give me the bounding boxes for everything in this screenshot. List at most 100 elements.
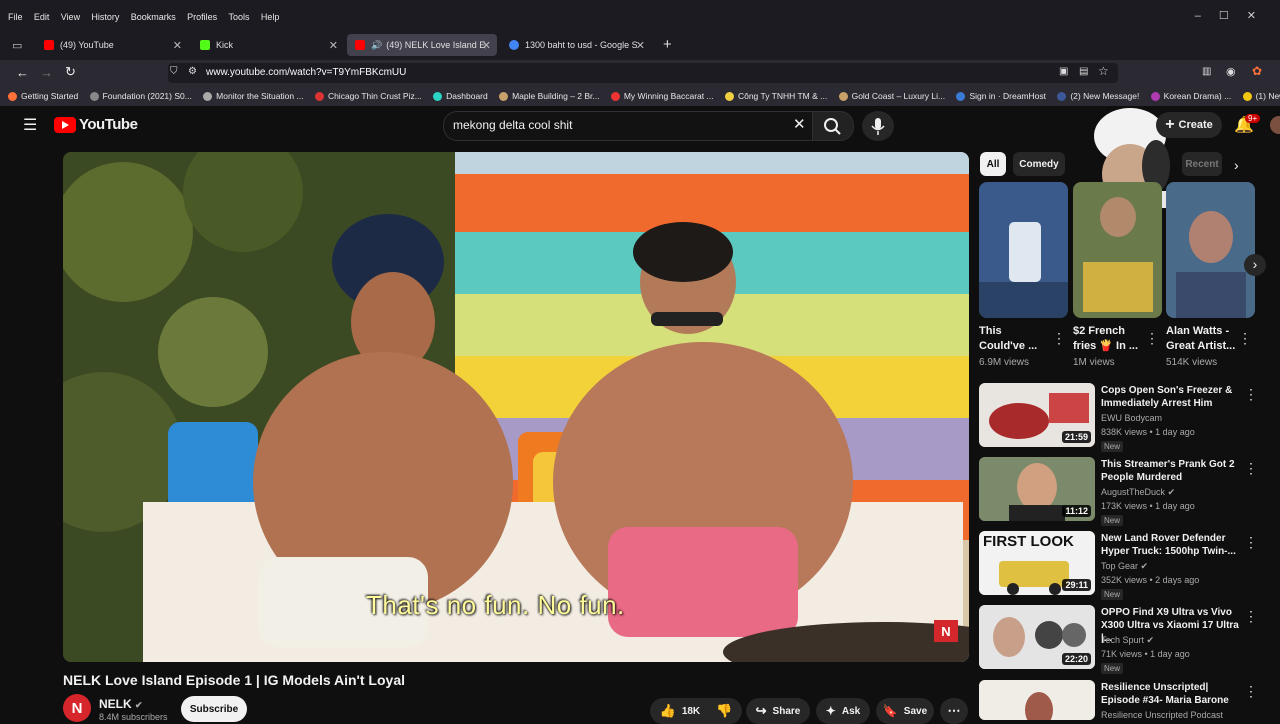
maximize-icon[interactable]: ☐ — [1219, 10, 1247, 22]
subscribe-button[interactable]: Subscribe — [181, 696, 247, 722]
dislike-button[interactable]: 👎 — [716, 703, 732, 719]
channel-name[interactable]: Resilience Unscripted Podcast — [1101, 710, 1223, 720]
channel-name[interactable]: EWU Bodycam — [1101, 413, 1162, 423]
site-info-icon[interactable]: ⚙ — [188, 66, 197, 77]
short-thumbnail[interactable] — [1166, 182, 1255, 318]
channel-name[interactable]: AugustTheDuck ✔ — [1101, 487, 1175, 498]
video-player[interactable] — [63, 152, 969, 662]
tab-overview-icon[interactable]: ▭ — [12, 39, 22, 52]
bookmark-item[interactable]: Getting Started — [8, 91, 78, 101]
create-button[interactable]: + Create — [1156, 112, 1222, 138]
menu-tools[interactable]: Tools — [229, 12, 250, 22]
video-thumbnail[interactable]: 22:20 — [979, 605, 1095, 669]
new-tab-plus-icon[interactable]: + — [663, 36, 672, 53]
more-vertical-icon[interactable]: ⋮ — [1244, 534, 1258, 551]
more-vertical-icon[interactable]: ⋮ — [1244, 683, 1258, 700]
close-tab-icon[interactable]: ✕ — [173, 39, 182, 52]
forward-arrow-icon[interactable]: → — [40, 65, 53, 80]
plus-icon: + — [1165, 116, 1175, 133]
bookmark-star-icon[interactable]: ☆ — [1098, 64, 1109, 78]
close-tab-icon[interactable]: ✕ — [482, 39, 491, 52]
bookmark-item[interactable]: Sign in · DreamHost — [956, 91, 1046, 101]
bookmark-item[interactable]: Chicago Thin Crust Piz... — [314, 91, 422, 101]
menu-help[interactable]: Help — [261, 12, 280, 22]
bookmark-item[interactable]: My Winning Baccarat ... — [610, 91, 714, 101]
sidebar-toggle-icon[interactable]: ▥ — [1202, 66, 1211, 77]
picture-in-picture-icon[interactable]: ▣ — [1059, 66, 1068, 77]
reload-icon[interactable]: ↻ — [65, 64, 76, 80]
voice-search-button[interactable] — [862, 111, 894, 141]
hamburger-menu-icon[interactable]: ☰ — [23, 115, 37, 135]
video-thumbnail[interactable]: FIRST LOOK 29:11 — [979, 531, 1095, 595]
video-title-link[interactable]: Resilience Unscripted| Episode #34- Mari… — [1101, 681, 1241, 707]
search-query[interactable]: mekong delta cool shit — [453, 118, 572, 132]
channel-avatar[interactable]: N — [63, 694, 91, 722]
menu-edit[interactable]: Edit — [34, 12, 50, 22]
video-title-link[interactable]: This Streamer's Prank Got 2 People Murde… — [1101, 458, 1241, 484]
menu-bookmarks[interactable]: Bookmarks — [131, 12, 176, 22]
shorts-next-chevron-icon[interactable]: › — [1244, 254, 1266, 276]
short-title[interactable]: Alan Watts - Great Artist... — [1166, 324, 1236, 354]
bookmark-item[interactable]: Gold Coast – Luxury Li... — [838, 91, 945, 101]
more-vertical-icon[interactable]: ⋮ — [1244, 386, 1258, 403]
chip-recent[interactable]: Recent — [1182, 152, 1222, 176]
video-thumbnail[interactable]: 21:59 — [979, 383, 1095, 447]
tab-youtube[interactable]: (49) YouTube ✕ — [36, 34, 188, 56]
channel-name[interactable]: Top Gear ✔ — [1101, 561, 1148, 572]
back-arrow-icon[interactable]: ← — [16, 65, 29, 80]
youtube-logo-text[interactable]: YouTube — [79, 116, 138, 133]
short-thumbnail[interactable] — [979, 182, 1068, 318]
thumbnail-overlay-text: FIRST LOOK — [983, 533, 1074, 550]
save-button[interactable]: 🔖 Save — [876, 698, 934, 724]
video-title-link[interactable]: New Land Rover Defender Hyper Truck: 150… — [1101, 532, 1241, 558]
like-button[interactable]: 👍 18K — [660, 703, 701, 719]
search-button[interactable] — [812, 111, 854, 141]
short-title[interactable]: $2 French fries 🍟 In ... — [1073, 324, 1143, 354]
menu-view[interactable]: View — [61, 12, 80, 22]
more-vertical-icon[interactable]: ⋮ — [1244, 608, 1258, 625]
close-window-icon[interactable]: ✕ — [1247, 10, 1274, 22]
clear-search-icon[interactable]: ✕ — [793, 115, 806, 133]
bookmark-item[interactable]: Maple Building – 2 Br... — [499, 91, 600, 101]
more-vertical-icon[interactable]: ⋮ — [1052, 330, 1066, 347]
close-tab-icon[interactable]: ✕ — [636, 39, 645, 52]
video-thumbnail[interactable] — [979, 680, 1095, 720]
bookmark-item[interactable]: Công Ty TNHH TM & ... — [724, 91, 827, 101]
short-title[interactable]: This Could've ... — [979, 324, 1049, 354]
share-label: Share — [772, 705, 801, 717]
bookmark-item[interactable]: Dashboard — [433, 91, 488, 101]
short-thumbnail[interactable] — [1073, 182, 1162, 318]
more-actions-button[interactable]: ⋯ — [940, 698, 968, 724]
menu-history[interactable]: History — [91, 12, 119, 22]
menu-profiles[interactable]: Profiles — [187, 12, 217, 22]
tab-google-search[interactable]: 1300 baht to usd - Google Sear ✕ — [501, 34, 651, 56]
tab-nelk-video[interactable]: 🔊 (49) NELK Love Island Episc ✕ — [347, 34, 497, 56]
menu-file[interactable]: File — [8, 12, 23, 22]
shield-icon[interactable]: ⛉ — [170, 66, 178, 77]
video-title-link[interactable]: Cops Open Son's Freezer & Immediately Ar… — [1101, 384, 1241, 410]
bookmark-item[interactable]: Monitor the Situation ... — [203, 91, 304, 101]
minimize-icon[interactable]: – — [1195, 10, 1219, 22]
reader-view-icon[interactable]: ▤ — [1079, 66, 1088, 77]
channel-name[interactable]: Tech Spurt ✔ — [1101, 635, 1154, 646]
account-icon[interactable]: ◉ — [1226, 65, 1236, 78]
more-vertical-icon[interactable]: ⋮ — [1244, 460, 1258, 477]
more-vertical-icon[interactable]: ⋮ — [1238, 330, 1252, 347]
tab-kick[interactable]: Kick ✕ — [192, 34, 344, 56]
url-text[interactable]: www.youtube.com/watch?v=T9YmFBKcmUU — [206, 67, 406, 78]
share-button[interactable]: ↪ Share — [746, 698, 810, 724]
chip-comedy[interactable]: Comedy — [1013, 152, 1065, 176]
chips-next-chevron-icon[interactable]: › — [1234, 157, 1239, 173]
ask-button[interactable]: ✦ Ask — [816, 698, 870, 724]
channel-name[interactable]: NELK ✔ — [99, 697, 143, 711]
bookmark-favicon-icon — [499, 91, 509, 101]
bookmark-favicon-icon — [203, 91, 213, 101]
speaker-icon[interactable]: 🔊 — [371, 40, 382, 51]
bookmark-item[interactable]: Foundation (2021) S0... — [89, 91, 192, 101]
bookmark-item[interactable]: (1) New Messa — [1242, 91, 1280, 101]
close-tab-icon[interactable]: ✕ — [329, 39, 338, 52]
extension-fox-icon[interactable]: ✿ — [1252, 64, 1262, 78]
more-vertical-icon[interactable]: ⋮ — [1145, 330, 1159, 347]
chip-all[interactable]: All — [980, 152, 1006, 176]
video-thumbnail[interactable]: 11:12 — [979, 457, 1095, 521]
